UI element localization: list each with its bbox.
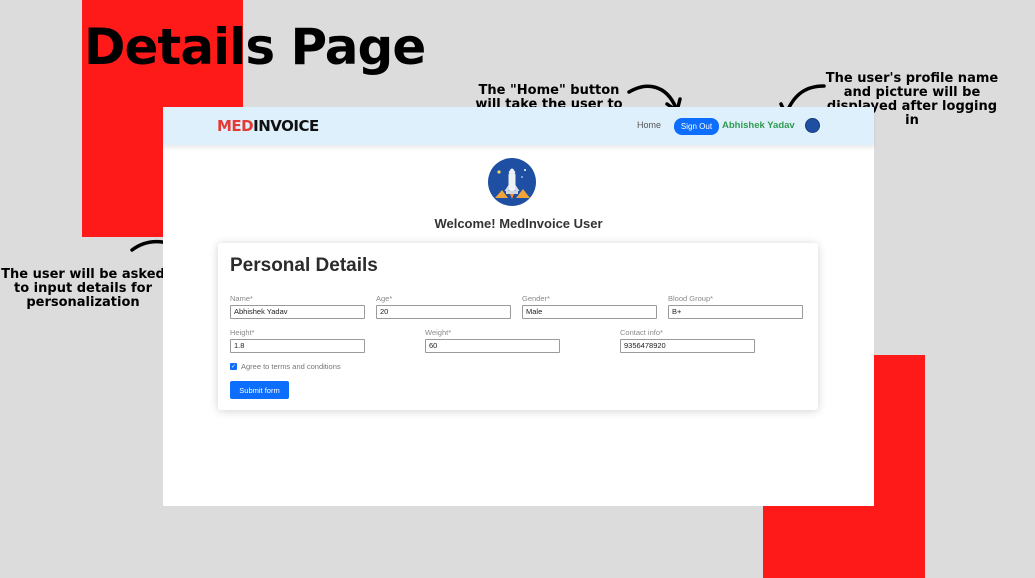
user-avatar-icon[interactable] [805,118,820,133]
card-title: Personal Details [230,255,378,276]
gender-input[interactable]: Male [522,305,657,319]
page-heading: Details Page [84,18,426,76]
contact-label: Contact info* [620,328,663,337]
name-label: Name* [230,294,253,303]
height-label: Height* [230,328,255,337]
submit-form-button[interactable]: Submit form [230,381,289,399]
sign-out-button[interactable]: Sign Out [674,118,719,135]
name-input[interactable]: Abhishek Yadav [230,305,365,319]
rocket-avatar-icon [488,158,536,206]
blood-group-label: Blood Group* [668,294,714,303]
age-input[interactable]: 20 [376,305,511,319]
weight-input[interactable]: 60 [425,339,560,353]
weight-label: Weight* [425,328,452,337]
nav-home-link[interactable]: Home [637,120,661,130]
age-label: Age* [376,294,393,303]
contact-input[interactable]: 9356478920 [620,339,755,353]
welcome-heading: Welcome! MedInvoice User [434,216,603,231]
height-input[interactable]: 1.8 [230,339,365,353]
medinvoice-logo[interactable]: MEDINVOICE [217,117,319,135]
app-window: MEDINVOICE Home Sign Out Abhishek Yadav … [163,107,874,506]
terms-checkbox[interactable]: ✓ [230,363,237,370]
blood-group-input[interactable]: B+ [668,305,803,319]
terms-label: Agree to terms and conditions [241,361,341,371]
logo-prefix: MED [217,117,254,135]
logo-suffix: INVOICE [253,117,319,135]
personal-details-card: Personal Details Name* Abhishek Yadav Ag… [218,243,818,410]
annotation-input-note: The user will be asked to input details … [1,267,165,310]
navbar: MEDINVOICE Home Sign Out Abhishek Yadav [163,107,874,145]
user-profile-name[interactable]: Abhishek Yadav [722,120,795,131]
gender-label: Gender* [522,294,550,303]
